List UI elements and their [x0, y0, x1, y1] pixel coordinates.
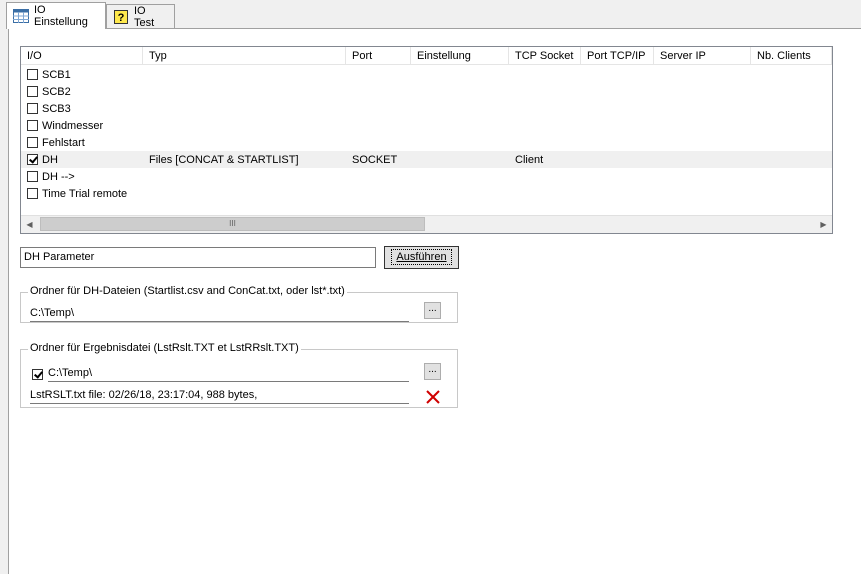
io-name: SCB1 [42, 68, 71, 81]
row-checkbox[interactable] [27, 171, 38, 183]
dh-files-browse-button[interactable]: ... [424, 302, 441, 319]
io-name: SCB3 [42, 102, 71, 115]
column-header-nb-clients[interactable]: Nb. Clients [751, 47, 832, 65]
horizontal-scrollbar[interactable]: ◀ III ▶ [21, 215, 832, 233]
cell-io: Time Trial remote [21, 188, 143, 200]
table-row[interactable]: DH --> [21, 168, 832, 185]
cell-typ: Files [CONCAT & STARTLIST] [149, 153, 299, 166]
cell-io: DH [21, 154, 143, 166]
dh-parameter-field[interactable]: DH Parameter [20, 247, 376, 268]
row-checkbox[interactable] [27, 69, 38, 81]
tab-label: IO Einstellung [34, 4, 88, 28]
cell-io: SCB2 [21, 86, 143, 98]
result-path-field[interactable]: C:\Temp\ [48, 366, 409, 382]
result-file-group: Ordner für Ergebnisdatei (LstRslt.TXT et… [20, 342, 458, 408]
result-file-status: LstRSLT.txt file: 02/26/18, 23:17:04, 98… [30, 388, 409, 404]
table-row[interactable]: SCB1 [21, 66, 832, 83]
row-checkbox[interactable] [27, 188, 38, 200]
dh-files-path-field[interactable]: C:\Temp\ [30, 306, 409, 322]
help-icon: ? [113, 9, 129, 24]
io-list-header: I/O Typ Port Einstellung TCP Socket Port… [21, 47, 832, 65]
column-header-server-ip[interactable]: Server IP [654, 47, 751, 65]
io-name: SCB2 [42, 85, 71, 98]
row-checkbox[interactable] [27, 154, 38, 166]
column-header-port[interactable]: Port [346, 47, 411, 65]
io-name: DH [42, 153, 58, 166]
table-row[interactable]: Windmesser [21, 117, 832, 134]
table-row[interactable]: SCB3 [21, 100, 832, 117]
scroll-thumb[interactable]: III [40, 217, 425, 231]
io-name: Time Trial remote [42, 187, 128, 200]
execute-button-label: Ausführen [391, 249, 452, 265]
table-row[interactable]: Fehlstart [21, 134, 832, 151]
table-row[interactable]: DH Files [CONCAT & STARTLIST] SOCKET Client [21, 151, 832, 168]
column-header-tcp-socket[interactable]: TCP Socket [509, 47, 581, 65]
cell-port: SOCKET [352, 153, 398, 166]
column-header-port-tcpip[interactable]: Port TCP/IP [581, 47, 654, 65]
column-header-io[interactable]: I/O [21, 47, 143, 65]
tab-io-einstellung[interactable]: IO Einstellung [6, 2, 106, 29]
row-checkbox[interactable] [27, 137, 38, 149]
scroll-right-icon[interactable]: ▶ [815, 216, 832, 233]
table-icon [13, 9, 29, 23]
row-checkbox[interactable] [27, 86, 38, 98]
column-header-typ[interactable]: Typ [143, 47, 346, 65]
cell-io: SCB1 [21, 69, 143, 81]
io-name: Windmesser [42, 119, 104, 132]
group-legend: Ordner für DH-Dateien (Startlist.csv and… [28, 285, 347, 297]
cell-io: Windmesser [21, 120, 143, 132]
cell-io: Fehlstart [21, 137, 143, 149]
svg-text:?: ? [118, 12, 125, 24]
execute-button[interactable]: Ausführen [384, 246, 459, 269]
dh-files-group: Ordner für DH-Dateien (Startlist.csv and… [20, 285, 458, 323]
tab-label: IO Test [134, 4, 155, 29]
cell-io: SCB3 [21, 103, 143, 115]
io-list-rows: SCB1 SCB2 SCB3 Windmesser Fehlstart DH Fi… [21, 66, 832, 202]
io-name: DH --> [42, 170, 75, 183]
row-checkbox[interactable] [27, 103, 38, 115]
tab-io-test[interactable]: ? IO Test [106, 4, 175, 29]
tab-strip: IO Einstellung ? IO Test [0, 0, 861, 29]
group-legend: Ordner für Ergebnisdatei (LstRslt.TXT et… [28, 342, 301, 354]
table-row[interactable]: SCB2 [21, 83, 832, 100]
row-checkbox[interactable] [27, 120, 38, 132]
io-list[interactable]: I/O Typ Port Einstellung TCP Socket Port… [20, 46, 833, 234]
scroll-left-icon[interactable]: ◀ [21, 216, 38, 233]
io-name: Fehlstart [42, 136, 85, 149]
table-row[interactable]: Time Trial remote [21, 185, 832, 202]
cell-io: DH --> [21, 171, 143, 183]
delete-x-icon[interactable] [425, 389, 441, 405]
result-browse-button[interactable]: ... [424, 363, 441, 380]
result-enabled-checkbox[interactable] [32, 369, 43, 380]
column-header-einstellung[interactable]: Einstellung [411, 47, 509, 65]
cell-tcp-socket: Client [515, 153, 544, 166]
